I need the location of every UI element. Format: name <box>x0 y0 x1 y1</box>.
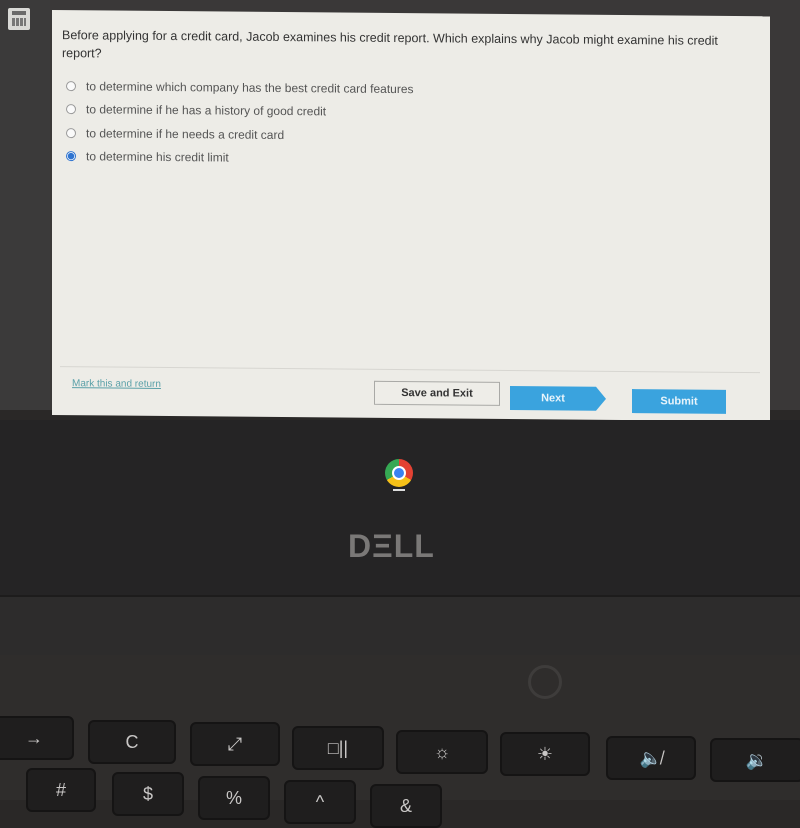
next-arrow-icon[interactable] <box>596 386 606 411</box>
key-label: # <box>55 779 66 800</box>
answer-option-label: to determine if he needs a credit card <box>86 126 285 142</box>
next-button[interactable]: Next <box>510 385 596 411</box>
answer-option-label: to determine which company has the best … <box>86 79 414 96</box>
forward-arrow-icon: → <box>25 727 43 748</box>
radio-button[interactable] <box>66 80 76 91</box>
key-mute[interactable]: 🔈̸ <box>606 736 696 780</box>
footer-divider <box>60 366 760 374</box>
fullscreen-icon: ⤢ <box>227 733 243 754</box>
key-forward[interactable]: → <box>0 716 74 760</box>
answer-options: to determine which company has the best … <box>66 74 414 171</box>
key-brightness-up[interactable]: ☀ <box>500 732 590 776</box>
left-toolbar <box>0 0 50 410</box>
key-label: & <box>399 795 412 816</box>
brightness-up-icon: ☀ <box>536 743 554 764</box>
question-panel: Before applying for a credit card, Jacob… <box>52 10 770 422</box>
mute-icon: 🔈̸ <box>639 747 663 768</box>
key-label: ^ <box>315 791 325 812</box>
key-3[interactable]: # <box>26 768 96 812</box>
volume-icon: 🔉 <box>745 749 769 770</box>
answer-option[interactable]: to determine if he needs a credit card <box>66 121 414 148</box>
question-text: Before applying for a credit card, Jacob… <box>62 28 718 61</box>
answer-option[interactable]: to determine his credit limit <box>66 145 414 172</box>
key-4[interactable]: $ <box>112 772 184 816</box>
key-6[interactable]: ^ <box>284 780 356 824</box>
dell-logo: DΞLL <box>348 528 435 564</box>
answer-option-label: to determine his credit limit <box>86 149 229 165</box>
overview-icon: □|| <box>327 737 349 758</box>
calculator-icon[interactable] <box>8 8 30 30</box>
key-7[interactable]: & <box>370 784 442 828</box>
refresh-icon: C <box>125 731 139 752</box>
key-volume-down[interactable]: 🔉 <box>710 738 800 782</box>
key-5[interactable]: % <box>198 776 270 820</box>
answer-option-label: to determine if he has a history of good… <box>86 102 327 119</box>
answer-option[interactable]: to determine if he has a history of good… <box>66 98 414 125</box>
brightness-down-icon: ☼ <box>433 741 451 762</box>
key-label: $ <box>142 783 153 804</box>
radio-button[interactable] <box>66 104 76 115</box>
key-fullscreen[interactable]: ⤢ <box>190 722 280 766</box>
laptop-hinge <box>0 595 800 657</box>
radio-button-selected[interactable] <box>66 151 76 162</box>
radio-button[interactable] <box>66 127 76 138</box>
app-running-indicator <box>393 489 405 491</box>
save-and-exit-button[interactable]: Save and Exit <box>374 380 500 406</box>
answer-option[interactable]: to determine which company has the best … <box>66 74 414 101</box>
mark-and-return-link[interactable]: Mark this and return <box>72 378 161 390</box>
screen-bezel <box>0 420 800 600</box>
submit-button[interactable]: Submit <box>632 389 726 414</box>
key-overview[interactable]: □|| <box>292 726 384 770</box>
key-brightness-down[interactable]: ☼ <box>396 730 488 774</box>
power-button-icon <box>528 665 562 699</box>
key-label: % <box>225 787 242 808</box>
key-refresh[interactable]: C <box>88 720 176 764</box>
chrome-icon[interactable] <box>385 459 413 487</box>
